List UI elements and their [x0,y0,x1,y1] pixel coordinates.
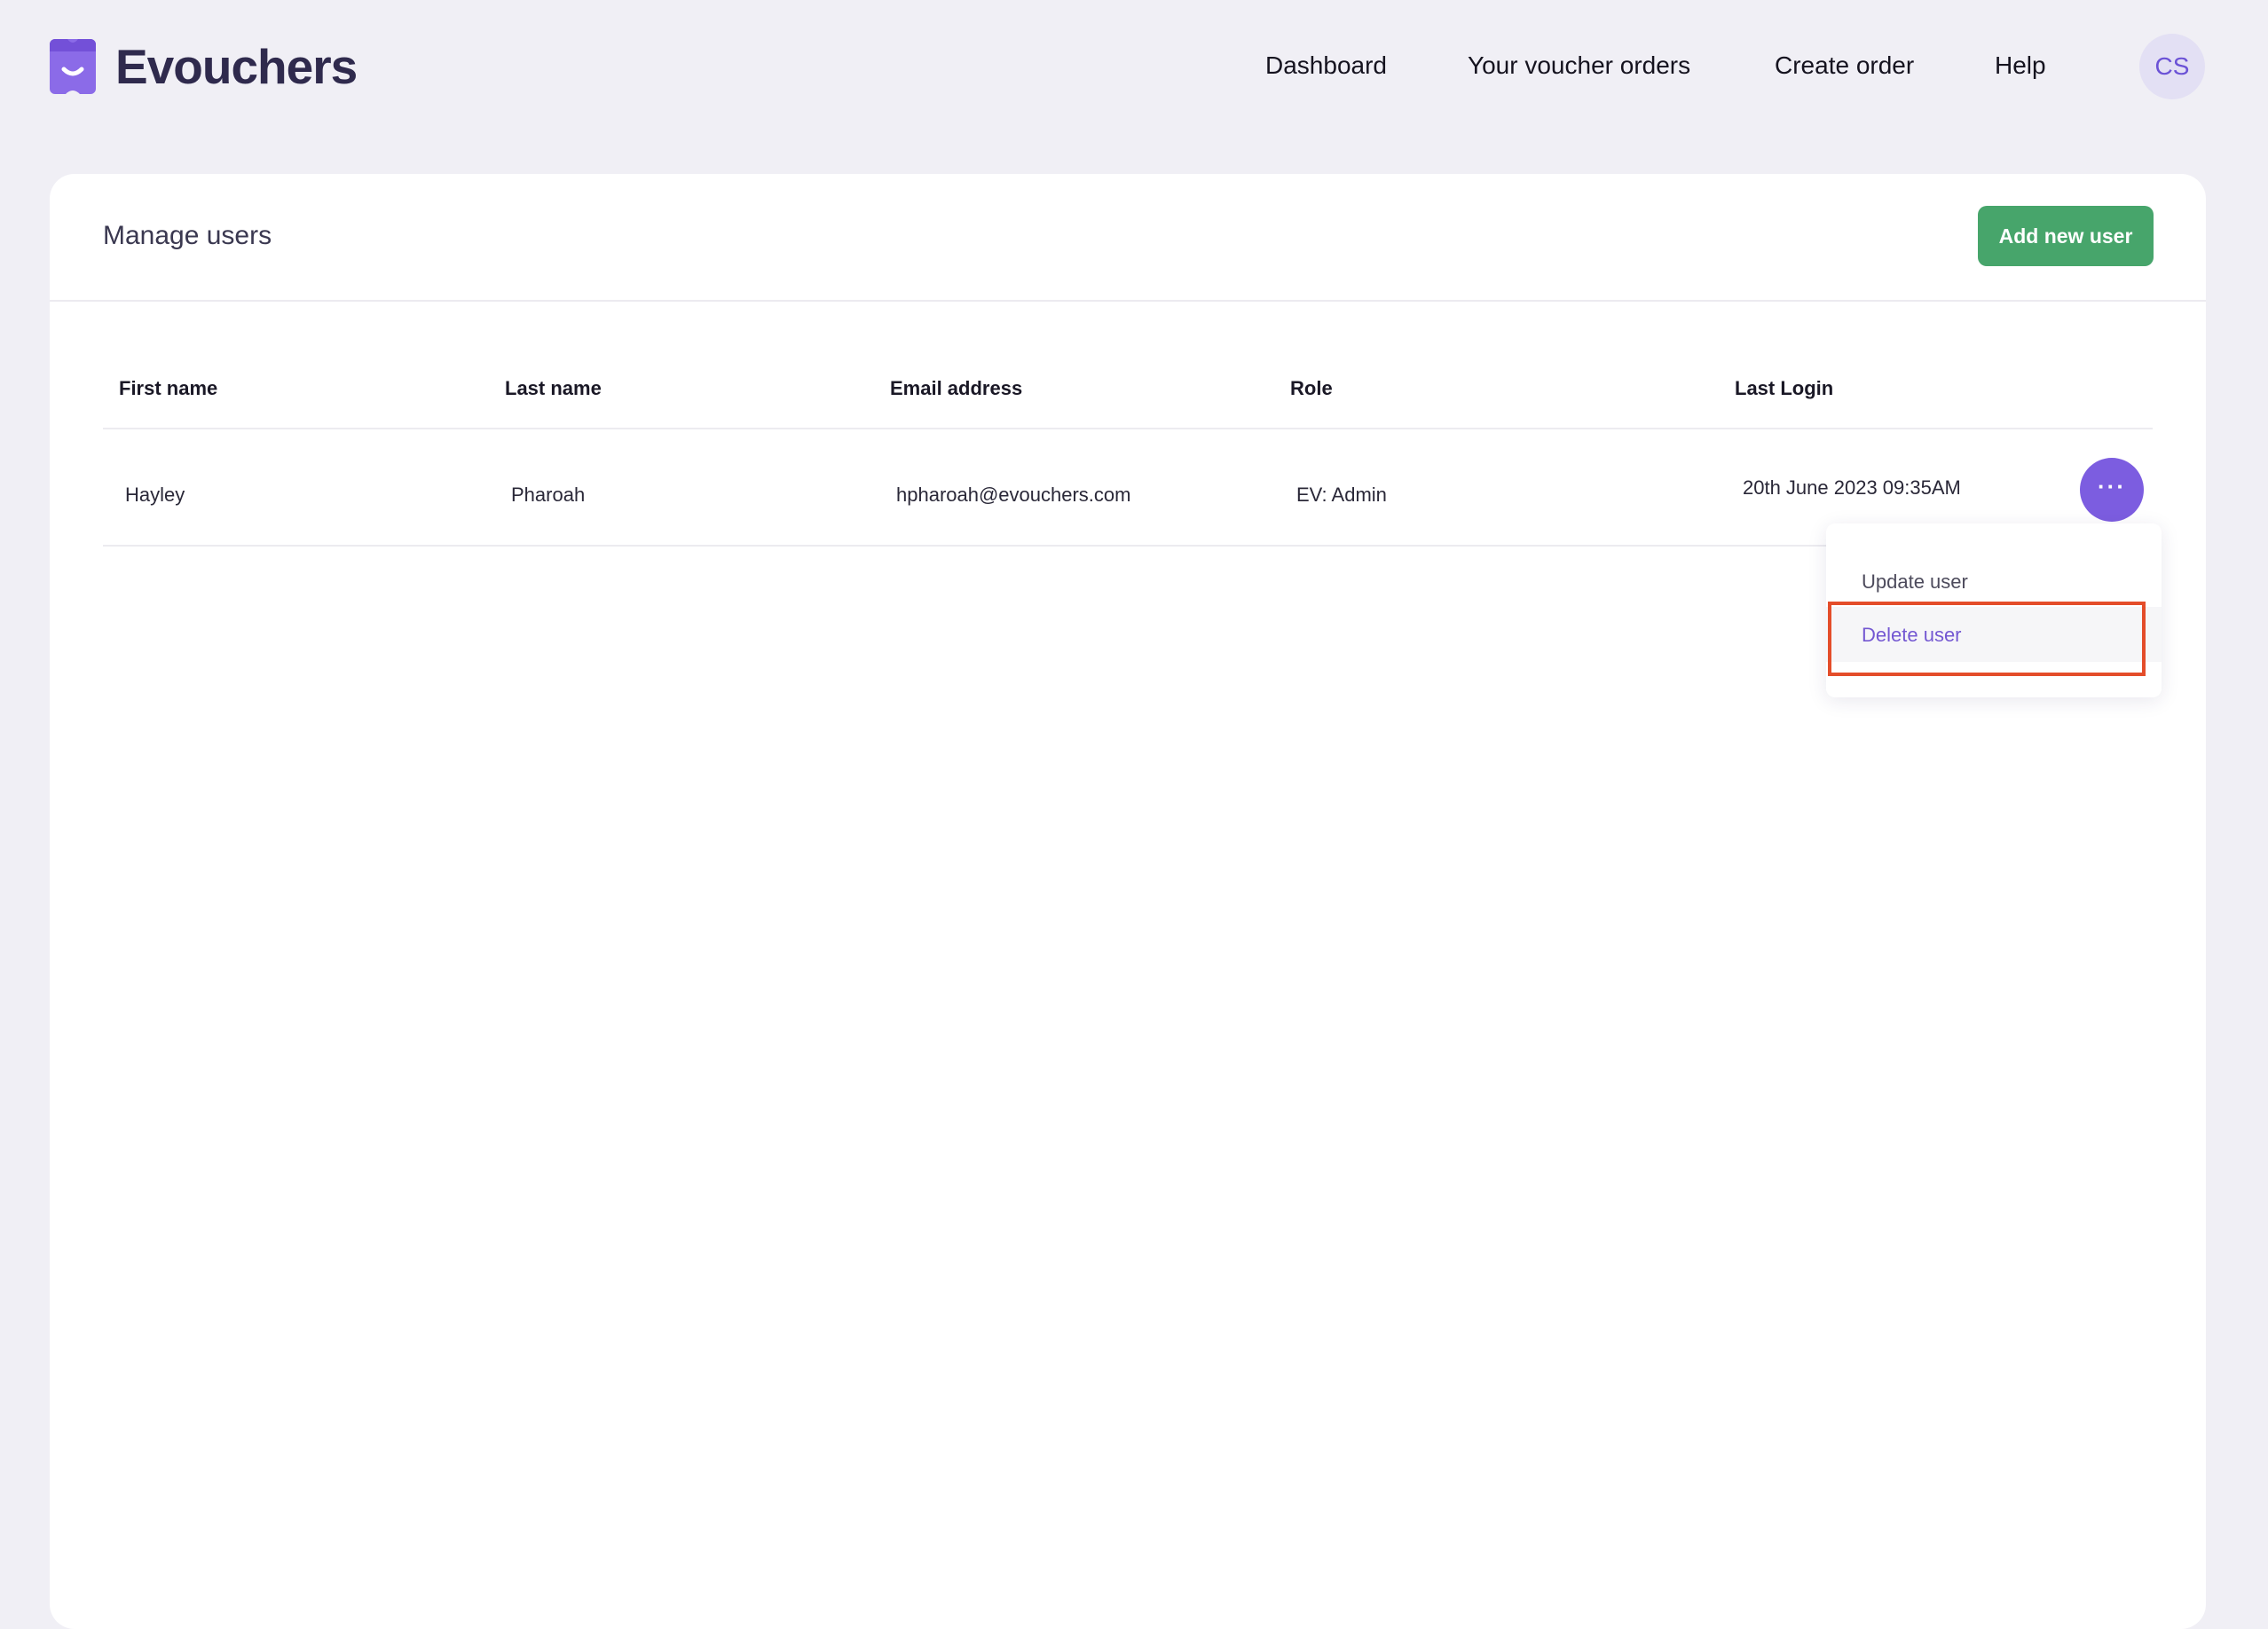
ellipsis-icon: ··· [2098,473,2126,500]
column-header-last-login: Last Login [1735,377,1834,399]
column-header-role: Role [1290,377,1333,399]
cell-email: hpharoah@evouchers.com [896,484,1131,506]
cell-first-name: Hayley [125,484,185,506]
add-new-user-button[interactable]: Add new user [1978,206,2154,266]
cell-last-login: 20th June 2023 09:35AM [1743,476,1961,499]
top-header: Evouchers Dashboard Your voucher orders … [0,0,2268,133]
nav-dashboard[interactable]: Dashboard [1265,50,1387,82]
column-header-email: Email address [890,377,1023,399]
card-header: Manage users Add new user [50,174,2206,302]
menu-item-update-user[interactable]: Update user [1826,566,2162,602]
user-avatar[interactable]: CS [2139,34,2205,99]
nav-help[interactable]: Help [1995,50,2046,82]
column-header-last-name: Last name [505,377,602,399]
header-divider [103,428,2153,429]
main-nav: Dashboard Your voucher orders Create ord… [0,50,2268,85]
cell-role: EV: Admin [1296,484,1387,506]
nav-create-order[interactable]: Create order [1775,50,1914,82]
page-title: Manage users [103,221,272,250]
cell-last-name: Pharoah [511,484,586,506]
menu-item-delete-user[interactable]: Delete user [1826,607,2162,662]
column-header-first-name: First name [119,377,218,399]
row-actions-button[interactable]: ··· [2080,458,2144,522]
manage-users-card: Manage users Add new user First name Las… [50,174,2206,1629]
row-actions-menu: Update user Delete user [1826,523,2162,697]
nav-voucher-orders[interactable]: Your voucher orders [1468,50,1690,82]
menu-item-label: Delete user [1862,624,1962,646]
menu-item-label: Update user [1862,571,1968,593]
